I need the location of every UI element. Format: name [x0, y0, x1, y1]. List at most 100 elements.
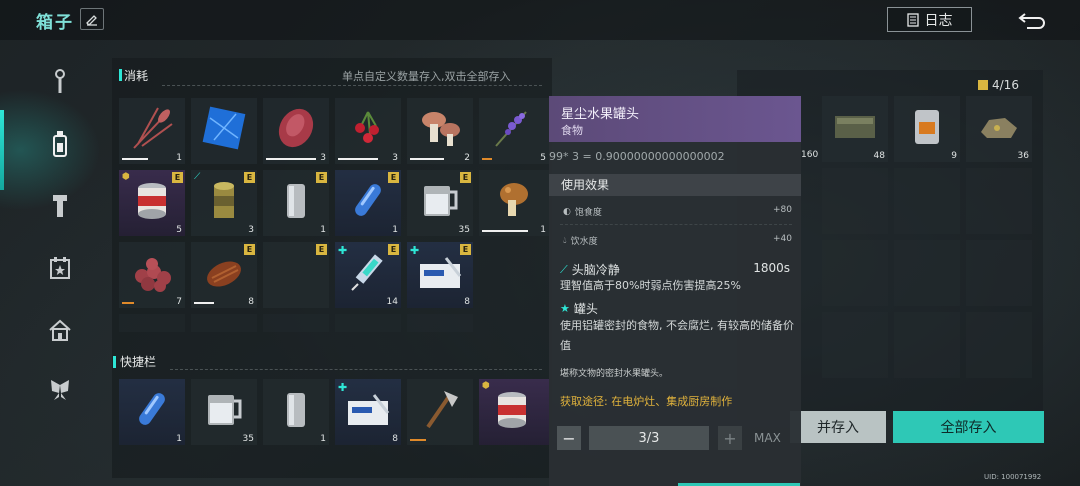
sidebar-tab-parts[interactable] — [46, 192, 74, 220]
quickbar-slot[interactable]: 1 — [119, 379, 185, 445]
calendar-star-icon — [50, 257, 70, 279]
inventory-slot[interactable]: ⟋ E 3 — [191, 170, 257, 236]
sidebar-tab-tools[interactable] — [46, 68, 74, 96]
inventory-slot-empty[interactable] — [191, 314, 257, 332]
storage-slot[interactable]: 36 — [966, 96, 1032, 162]
lavender-icon — [495, 111, 527, 147]
box-icon — [978, 80, 988, 90]
medkit-icon — [420, 257, 462, 288]
store-all-button[interactable]: 全部存入 — [893, 411, 1044, 443]
storage-count: 4/16 — [978, 78, 1019, 92]
fuel-can-icon — [915, 110, 939, 144]
cooked-mushroom-icon — [500, 183, 528, 216]
storage-slot-empty[interactable] — [966, 240, 1032, 306]
storage-slot-empty[interactable] — [966, 168, 1032, 234]
inventory-slot[interactable]: ✚ E 14 — [335, 242, 401, 308]
storage-slot-empty[interactable] — [894, 240, 960, 306]
sidebar-tab-calendar[interactable] — [46, 254, 74, 282]
buff-calm-mind-desc: 理智值高于80%时弱点伤害提高25% — [560, 279, 741, 292]
max-quantity-button[interactable]: MAX — [754, 431, 781, 445]
water-mug-icon — [208, 395, 242, 425]
storage-slot-empty[interactable] — [822, 312, 888, 378]
storage-slot-empty[interactable] — [822, 168, 888, 234]
storage-slot[interactable]: 9 — [894, 96, 960, 162]
storage-slot[interactable]: 48 — [822, 96, 888, 162]
inventory-slot[interactable]: 1 — [119, 98, 185, 164]
syringe-icon — [351, 254, 383, 291]
inventory-slot-empty[interactable] — [335, 314, 401, 332]
blue-capsule-icon — [355, 184, 381, 216]
log-button-label: 日志 — [924, 12, 953, 29]
item-type: 食物 — [561, 124, 583, 137]
sidebar-tab-butterfly[interactable] — [46, 376, 74, 404]
berry-pile-icon — [135, 258, 171, 292]
quickbar-slot[interactable]: 1 — [263, 379, 329, 445]
section-marker — [119, 69, 122, 81]
inventory-slot[interactable]: E 1 — [335, 170, 401, 236]
merge-store-button[interactable]: 并存入 — [790, 411, 886, 443]
sidebar-tab-consumables[interactable] — [46, 130, 74, 158]
item-name: 星尘水果罐头 — [561, 107, 640, 122]
butterfly-icon — [51, 380, 69, 400]
bolt-icon — [53, 195, 67, 217]
inventory-slot[interactable]: 3 — [263, 98, 329, 164]
consumables-title: 消耗 — [124, 69, 149, 83]
inventory-slot[interactable]: E 35 — [407, 170, 473, 236]
quickbar-slot[interactable]: 35 — [191, 379, 257, 445]
page-title: 箱子 — [36, 13, 74, 33]
stat-divider — [560, 224, 792, 225]
inventory-slot[interactable]: 1 — [479, 170, 549, 236]
quickbar-slot[interactable]: ✚ 8 — [335, 379, 401, 445]
inventory-slot-empty[interactable] — [119, 314, 185, 332]
inventory-slot-empty[interactable] — [263, 314, 329, 332]
inventory-slot[interactable] — [191, 98, 257, 164]
inventory-slot[interactable]: 5 — [479, 98, 549, 164]
buff-canned: ★ 罐头 — [560, 302, 598, 316]
increase-quantity-button[interactable]: + — [718, 426, 742, 450]
inventory-slot[interactable]: 7 — [119, 242, 185, 308]
user-id: UID: 100071992 — [984, 473, 1042, 481]
stat-hydration-value: +40 — [773, 234, 792, 244]
quickbar-slot[interactable]: ⬢ — [479, 379, 549, 445]
quickbar-slot[interactable] — [407, 379, 473, 445]
inventory-slot-empty[interactable] — [407, 314, 473, 332]
roast-meat-icon — [207, 261, 241, 287]
storage-slot-empty[interactable] — [894, 168, 960, 234]
inventory-slot[interactable]: E 1 — [263, 170, 329, 236]
decrease-quantity-button[interactable]: − — [557, 426, 581, 450]
axe-icon — [426, 391, 458, 429]
inventory-slot[interactable]: ⬢ E 5 — [119, 170, 185, 236]
stomach-icon: ◐ — [563, 206, 571, 217]
inventory-slot[interactable]: ✚ E 8 — [407, 242, 473, 308]
star-icon: ★ — [560, 302, 570, 315]
raw-meat-icon — [278, 108, 314, 148]
water-drop-icon: 💧︎ — [563, 235, 567, 246]
flavor-text: 堪称文物的密封水果罐头。 — [560, 369, 669, 379]
stat-satiety: ◐ 饱食度 — [563, 206, 602, 219]
quantity-field[interactable]: 3/3 — [589, 426, 709, 450]
edit-button[interactable] — [80, 8, 104, 30]
metal-can-icon — [287, 393, 305, 427]
syringe-buff-icon: ⟋ — [560, 262, 568, 276]
inventory-slot[interactable]: E 8 — [191, 242, 257, 308]
log-button[interactable]: 日志 — [887, 7, 972, 32]
wheat-icon — [133, 107, 173, 149]
grade-e-badge: E — [316, 244, 327, 255]
storage-slot-empty[interactable] — [966, 312, 1032, 378]
debug-formula: 99* 3 = 0.90000000000000002 — [549, 150, 725, 163]
canned-fruit-icon — [498, 392, 526, 428]
water-mug-icon — [424, 186, 458, 216]
acquisition-source: 获取途径: 在电炉灶、集成厨房制作 — [560, 395, 733, 408]
inventory-slot-empty[interactable]: E — [263, 242, 329, 308]
inventory-slot[interactable]: 3 — [335, 98, 401, 164]
berries-icon — [355, 111, 379, 143]
section-divider — [170, 369, 542, 370]
inventory-slot[interactable]: 2 — [407, 98, 473, 164]
storage-slot-empty[interactable] — [894, 312, 960, 378]
ammo-crate-icon — [835, 116, 875, 138]
section-divider — [162, 85, 542, 86]
sidebar-tab-home[interactable] — [46, 316, 74, 344]
blue-crystal-icon — [202, 106, 246, 150]
storage-slot-empty[interactable] — [822, 240, 888, 306]
back-button[interactable] — [1016, 8, 1048, 32]
